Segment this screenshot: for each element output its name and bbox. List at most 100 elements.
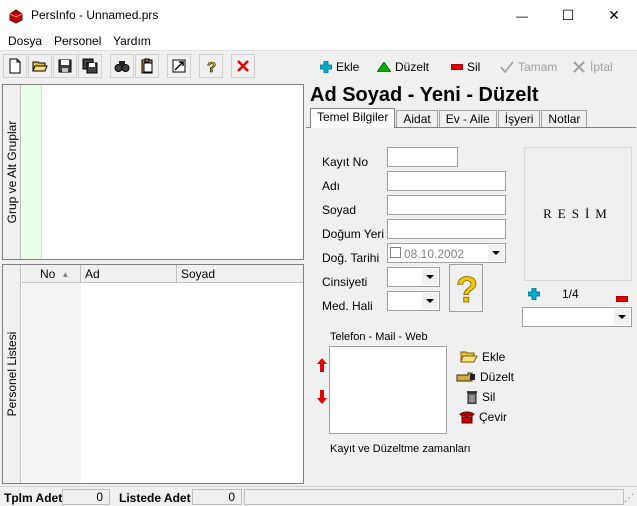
delete-button-label: Sil: [467, 60, 481, 74]
save-as-button[interactable]: [78, 54, 102, 78]
menu-dosya[interactable]: Dosya: [8, 34, 42, 48]
svg-text:?: ?: [456, 270, 478, 306]
save-button[interactable]: [53, 54, 77, 78]
birth-place-field[interactable]: [387, 219, 506, 239]
contact-edit-button[interactable]: Düzelt: [456, 370, 514, 384]
chevron-down-icon[interactable]: [422, 269, 438, 285]
group-pane-label: Grup ve Alt Gruplar: [4, 120, 19, 224]
status-bar: Tplm Adet 0 Listede Adet 0 ⋰: [0, 486, 637, 506]
edit-button[interactable]: Düzelt: [377, 58, 429, 76]
contact-add-button[interactable]: Ekle: [460, 350, 505, 364]
column-header-ad[interactable]: Ad: [81, 265, 177, 283]
first-name-label: Adı: [322, 179, 341, 193]
marital-label: Med. Hali: [322, 299, 373, 313]
window-title: PersInfo - Unnamed.prs: [31, 8, 159, 22]
tab-aidat[interactable]: Aidat: [396, 110, 438, 128]
field-help-button[interactable]: ?: [449, 264, 483, 312]
contact-delete-button[interactable]: Sil: [466, 390, 495, 404]
birth-date-picker[interactable]: 08.10.2002: [387, 243, 506, 263]
tab-isyeri[interactable]: İşyeri: [497, 110, 541, 128]
form-title: Ad Soyad - Yeni - Düzelt: [310, 84, 539, 106]
ok-button[interactable]: Tamam: [500, 58, 557, 76]
contact-list[interactable]: [329, 346, 447, 434]
cancel-button[interactable]: İptal: [572, 58, 613, 76]
photo-box[interactable]: RESİM: [524, 147, 632, 281]
record-no-field[interactable]: [387, 147, 458, 167]
photo-add-button[interactable]: [527, 287, 541, 301]
toolbar: ?: [3, 54, 255, 80]
chevron-down-icon[interactable]: [422, 293, 438, 309]
find-button[interactable]: [110, 54, 134, 78]
group-pane-label-strip: Grup ve Alt Gruplar: [3, 85, 21, 259]
photo-placeholder-label: RESİM: [543, 206, 613, 221]
contact-add-label: Ekle: [482, 350, 506, 364]
new-file-icon: [9, 58, 21, 74]
add-button-label: Ekle: [336, 60, 360, 74]
chevron-down-icon[interactable]: [488, 245, 504, 261]
save-icon: [58, 59, 72, 73]
add-button[interactable]: Ekle: [320, 58, 359, 76]
resize-grip-icon[interactable]: ⋰: [624, 493, 634, 504]
minimize-button[interactable]: —: [499, 0, 545, 31]
first-name-field[interactable]: [387, 171, 506, 191]
move-up-button[interactable]: [317, 358, 327, 372]
clipboard-button[interactable]: [135, 54, 159, 78]
close-red-x-icon: [237, 60, 249, 72]
group-tree-pane[interactable]: Grup ve Alt Gruplar: [2, 84, 304, 260]
help-button[interactable]: ?: [199, 54, 223, 78]
record-form-pane: Ad Soyad - Yeni - Düzelt Temel Bilgiler …: [306, 84, 636, 484]
record-no-label: Kayıt No: [322, 155, 369, 169]
birth-date-checkbox[interactable]: [390, 247, 401, 258]
title-bar: PersInfo - Unnamed.prs — ☐ ✕: [0, 0, 637, 31]
column-header-no-label: No: [40, 266, 56, 281]
find-icon: [114, 61, 130, 72]
listed-count-value: 0: [192, 489, 242, 505]
column-header-no[interactable]: No ▲: [22, 265, 81, 283]
photo-counter: 1/4: [562, 287, 579, 301]
personnel-pane-label-strip: Personel Listesi: [3, 265, 21, 483]
tab-ev-aile[interactable]: Ev - Aile: [438, 110, 497, 128]
new-file-button[interactable]: [3, 54, 27, 78]
plus-icon: [320, 61, 332, 73]
birth-date-label: Doğ. Tarihi: [322, 251, 380, 265]
sort-asc-icon: ▲: [61, 269, 70, 279]
close-icon: ✕: [608, 7, 620, 23]
column-header-soyad[interactable]: Soyad: [177, 265, 303, 283]
list-header: No ▲ Ad Soyad: [22, 265, 303, 283]
open-button[interactable]: [28, 54, 52, 78]
telephone-icon: [459, 411, 475, 424]
tab-notlar[interactable]: Notlar: [541, 110, 588, 128]
marital-select[interactable]: [387, 291, 440, 311]
menu-personel[interactable]: Personel: [54, 34, 101, 48]
photo-select[interactable]: [522, 307, 632, 327]
birth-place-label: Doğum Yeri: [322, 227, 385, 241]
chevron-down-icon[interactable]: [614, 309, 630, 325]
column-header-soyad-label: Soyad: [181, 266, 216, 281]
toolbar-separator: [103, 54, 109, 80]
contact-dial-label: Çevir: [479, 410, 508, 424]
maximize-button[interactable]: ☐: [545, 0, 591, 31]
save-as-icon: [82, 58, 98, 74]
last-name-field[interactable]: [387, 195, 506, 215]
group-tree-gutter: [22, 85, 42, 259]
question-mark-icon: ?: [456, 270, 478, 306]
personnel-list-pane[interactable]: Personel Listesi No ▲ Ad Soyad: [2, 264, 304, 484]
move-down-button[interactable]: [317, 390, 327, 404]
gender-label: Cinsiyeti: [322, 275, 368, 289]
delete-button[interactable]: Sil: [451, 58, 480, 76]
close-button[interactable]: ✕: [591, 0, 637, 31]
minus-icon: [615, 295, 629, 303]
cancel-button-label: İptal: [590, 60, 613, 74]
menu-yardim[interactable]: Yardım: [113, 34, 151, 48]
photo-remove-button[interactable]: [615, 291, 629, 303]
open-folder-icon: [460, 351, 478, 363]
export-button[interactable]: [167, 54, 191, 78]
gender-select[interactable]: [387, 267, 440, 287]
exit-button[interactable]: [231, 54, 255, 78]
export-icon: [172, 59, 186, 73]
plus-icon: [527, 287, 541, 301]
tab-temel-bilgiler[interactable]: Temel Bilgiler: [310, 108, 396, 128]
contact-dial-button[interactable]: Çevir: [459, 410, 507, 424]
minus-icon: [451, 64, 463, 70]
listed-count-label: Listede Adet: [119, 491, 191, 505]
